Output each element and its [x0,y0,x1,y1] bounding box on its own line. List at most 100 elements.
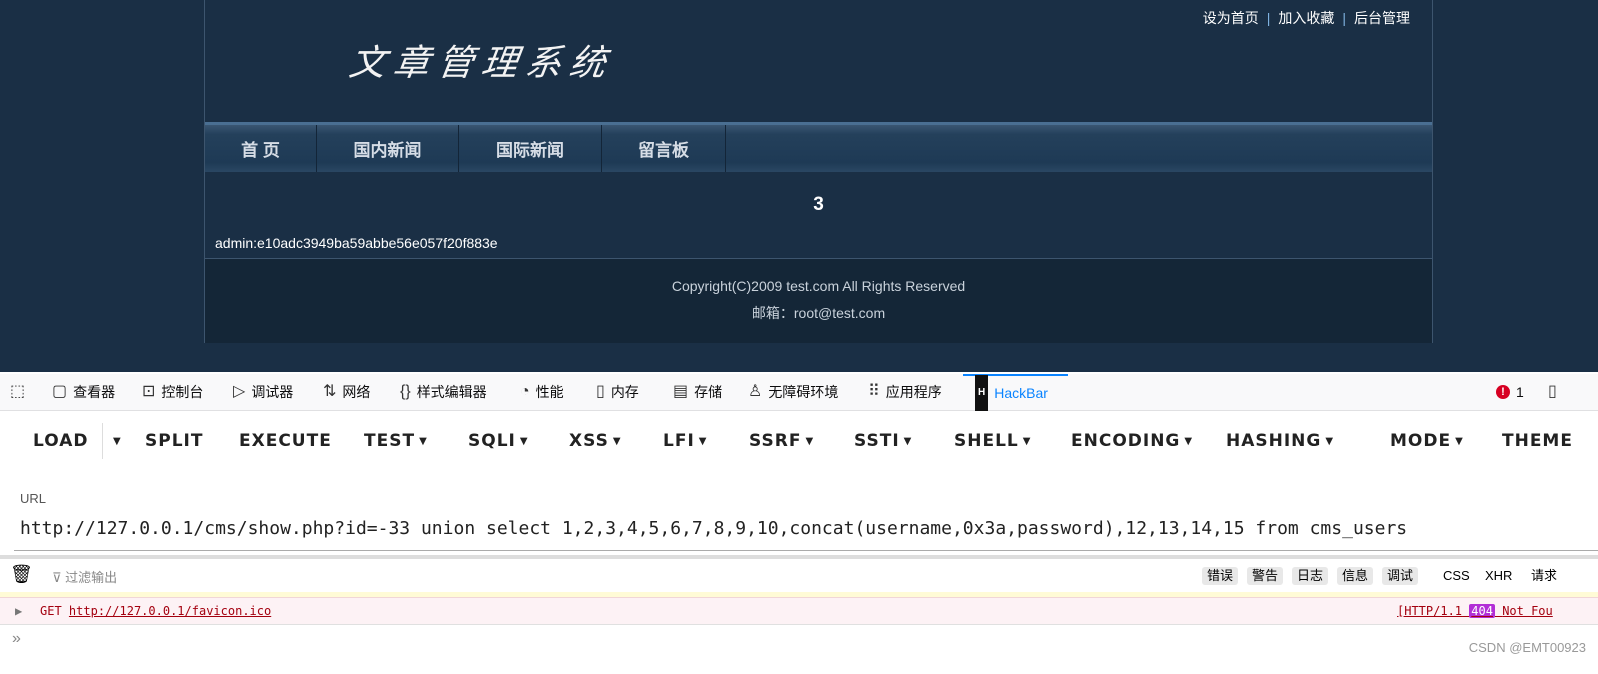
hackbar-ssrf-button[interactable]: SSRF ▼ [749,431,814,451]
injected-result: admin:e10adc3949ba59abbe56e057f20f883e [215,235,498,251]
trash-icon[interactable]: 🗑 [10,564,33,585]
divider [14,550,1598,551]
nav-domestic-news[interactable]: 国内新闻 [317,125,459,172]
tab-console[interactable]: ⊡ 控制台 [142,374,203,410]
tab-debugger[interactable]: ▷ 调试器 [233,374,293,410]
tab-label: 内存 [610,384,639,400]
console-prompt[interactable]: » [12,630,21,648]
nav-home[interactable]: 首 页 [205,125,317,172]
caret-down-icon: ▼ [1325,436,1335,447]
button-label: SQLI [468,431,516,451]
request-url[interactable]: http://127.0.0.1/favicon.ico [69,604,271,618]
button-label: TEST [364,431,416,451]
site-logo: 文章管理系统 [346,43,617,84]
page-container: 设为首页 | 加入收藏 | 后台管理 文章管理系统 首 页 国内新闻 国际新闻 留言板 … [204,0,1433,343]
filter-xhr[interactable]: XHR [1485,567,1512,585]
caret-down-icon: ▼ [113,436,122,447]
hackbar-mode-button[interactable]: MODE ▼ [1390,431,1464,451]
filter-placeholder: 过滤输出 [65,570,118,585]
style-editor-icon: {} [400,383,411,400]
element-picker-button[interactable]: ⬚ [10,374,25,410]
filter-errors[interactable]: 错误 [1202,567,1239,585]
button-label: SSTI [854,431,900,451]
tab-label: HackBar [994,385,1048,401]
tab-application[interactable]: ⠿ 应用程序 [868,374,942,410]
tab-memory[interactable]: ▯ 内存 [596,374,639,410]
filter-requests[interactable]: 请求 [1531,567,1557,585]
set-homepage-link[interactable]: 设为首页 [1203,10,1259,26]
tab-label: 控制台 [161,384,204,400]
hackbar-encoding-button[interactable]: ENCODING ▼ [1071,431,1193,451]
console-icon: ⊡ [142,383,156,400]
hackbar-toolbar: LOAD SPLIT EXECUTE TEST ▼ SQLI ▼ XSS ▼ LFI ▼ SSRF ▼ S… [0,411,1598,471]
filter-input[interactable]: ⊽ 过滤输出 [52,567,117,586]
add-favorite-link[interactable]: 加入收藏 [1278,10,1334,26]
caret-down-icon: ▼ [903,436,913,447]
hackbar-hashing-button[interactable]: HASHING ▼ [1226,431,1334,451]
web-page: 设为首页 | 加入收藏 | 后台管理 文章管理系统 首 页 国内新闻 国际新闻 留言板 … [0,0,1598,372]
filter-css[interactable]: CSS [1443,567,1470,585]
accessibility-icon: ♙ [748,383,763,400]
nav-international-news[interactable]: 国际新闻 [459,125,602,172]
hackbar-xss-button[interactable]: XSS ▼ [569,431,622,451]
error-icon: ! [1496,385,1510,399]
devtools-toolbar: ⬚ ▢ 查看器 ⊡ 控制台 ▷ 调试器 ⇅ 网络 {} 样式编辑器 ◔ 性能 ▯ 内存 ▤ 存储… [0,374,1598,411]
hackbar-theme-button[interactable]: THEME [1502,431,1573,451]
caret-down-icon: ▼ [1022,436,1032,447]
button-label: ENCODING [1071,431,1181,451]
button-label: XSS [569,431,609,451]
main-nav: 首 页 国内新闻 国际新闻 留言板 [205,122,1432,172]
copyright: Copyright(C)2009 test.com All Rights Res… [671,278,966,294]
expand-icon[interactable]: ▶ [15,598,22,625]
button-label: MODE [1390,431,1452,451]
console-toolbar: 🗑 ⊽ 过滤输出 错误 警告 日志 信息 调试 CSS XHR 请求 [0,559,1598,592]
nav-guestbook[interactable]: 留言板 [602,125,726,172]
status-text: Not Fou [1502,604,1553,618]
tab-inspector[interactable]: ▢ 查看器 [52,374,115,410]
caret-down-icon: ▼ [419,436,428,447]
filter-icon: ⊽ [52,570,66,585]
error-count[interactable]: ! 1 [1496,374,1524,410]
hackbar-test-button[interactable]: TEST ▼ [364,431,428,451]
tab-label: 无障碍环境 [768,384,839,400]
tab-label: 应用程序 [885,384,942,400]
button-label: LFI [663,431,695,451]
tab-network[interactable]: ⇅ 网络 [323,374,370,410]
hackbar-shell-button[interactable]: SHELL ▼ [954,431,1031,451]
top-links: 设为首页 | 加入收藏 | 后台管理 [1202,10,1410,26]
hackbar-split-button[interactable]: SPLIT [145,431,203,451]
caret-down-icon: ▼ [805,436,815,447]
tab-accessibility[interactable]: ♙ 无障碍环境 [748,374,838,410]
request-status[interactable]: [HTTP/1.1 404 Not Fou [1397,598,1553,625]
dock-button[interactable]: ▯ [1548,374,1557,410]
caret-down-icon: ▼ [1184,436,1194,447]
tab-hackbar[interactable]: H HackBar [963,374,1068,411]
tab-storage[interactable]: ▤ 存储 [673,374,722,410]
hackbar-icon: H [975,375,989,411]
hackbar-lfi-button[interactable]: LFI ▼ [663,431,707,451]
url-input[interactable] [20,518,1590,539]
tab-style-editor[interactable]: {} 样式编辑器 [400,374,487,410]
request-method: GET [40,604,62,618]
filter-logs[interactable]: 日志 [1292,567,1329,585]
hackbar-load-button[interactable]: LOAD [33,431,89,451]
filter-debug[interactable]: 调试 [1382,567,1419,585]
admin-link[interactable]: 后台管理 [1354,10,1410,26]
tab-performance[interactable]: ◔ 性能 [520,374,564,410]
caret-down-icon: ▼ [1455,436,1464,447]
performance-icon: ◔ [520,383,530,400]
hackbar-execute-button[interactable]: EXECUTE [239,431,332,451]
tab-label: 调试器 [251,384,294,400]
load-dropdown-button[interactable]: ▼ [102,423,122,459]
hackbar-ssti-button[interactable]: SSTI ▼ [854,431,912,451]
filter-info[interactable]: 信息 [1337,567,1374,585]
caret-down-icon: ▼ [612,436,622,447]
filter-warnings[interactable]: 警告 [1247,567,1284,585]
tab-label: 查看器 [73,384,116,400]
button-label: HASHING [1226,431,1322,451]
hackbar-sqli-button[interactable]: SQLI ▼ [468,431,529,451]
url-label: URL [20,491,47,506]
caret-down-icon: ▼ [698,436,708,447]
console-error-row[interactable]: ▶ GET http://127.0.0.1/favicon.ico [HTTP… [0,598,1598,625]
memory-icon: ▯ [596,383,605,400]
